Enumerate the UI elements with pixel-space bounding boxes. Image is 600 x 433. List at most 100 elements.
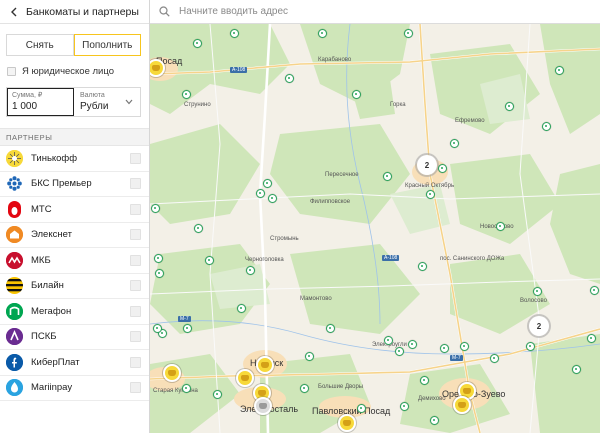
partner-checkbox[interactable]: [130, 280, 141, 292]
legal-entity-row[interactable]: Я юридическое лицо: [7, 65, 149, 77]
address-search-bar: [150, 0, 600, 24]
amount-currency-row: Сумма, ₽ 1 000 Валюта Рубли: [6, 87, 141, 117]
legal-entity-checkbox[interactable]: [7, 66, 16, 76]
partner-item[interactable]: БКС Премьер: [0, 172, 149, 197]
atm-marker[interactable]: [496, 222, 505, 231]
atm-marker[interactable]: [430, 416, 439, 425]
atm-marker[interactable]: [404, 29, 413, 38]
tinkoff-atm-marker[interactable]: [256, 356, 274, 374]
atm-marker[interactable]: [318, 29, 327, 38]
tinkoff-atm-marker[interactable]: [163, 364, 181, 382]
amount-value[interactable]: 1 000: [12, 100, 69, 113]
partner-name: Mariinpay: [31, 382, 73, 394]
amount-field[interactable]: Сумма, ₽ 1 000: [7, 88, 74, 116]
partner-item[interactable]: МТС: [0, 197, 149, 223]
tinkoff-atm-marker[interactable]: [453, 396, 471, 414]
partner-name: Мегафон: [31, 305, 72, 317]
deposit-tab[interactable]: Пополнить: [73, 34, 141, 56]
atm-marker[interactable]: [182, 90, 191, 99]
back-arrow-icon[interactable]: [8, 6, 20, 18]
address-search-input[interactable]: [179, 6, 479, 17]
atm-marker[interactable]: [155, 269, 164, 278]
partner-checkbox[interactable]: [130, 382, 141, 394]
partner-item[interactable]: Mariinpay: [0, 376, 149, 401]
atm-marker[interactable]: [154, 254, 163, 263]
atm-marker[interactable]: [357, 404, 366, 413]
atm-marker[interactable]: [505, 102, 514, 111]
partner-item[interactable]: Тинькофф: [0, 146, 149, 172]
partner-checkbox[interactable]: [130, 254, 141, 266]
partner-name: БКС Премьер: [31, 178, 92, 190]
road-shield: А-108: [382, 255, 400, 261]
partner-item[interactable]: Мегафон: [0, 299, 149, 325]
partner-item[interactable]: Билайн: [0, 274, 149, 299]
partner-checkbox[interactable]: [130, 152, 141, 164]
partner-checkbox[interactable]: [130, 178, 141, 190]
atm-marker[interactable]: [490, 354, 499, 363]
atm-marker[interactable]: [587, 334, 596, 343]
atm-marker[interactable]: [526, 342, 535, 351]
atm-cluster-marker[interactable]: 2: [529, 316, 549, 336]
withdraw-tab[interactable]: Снять: [6, 34, 74, 56]
atm-marker[interactable]: [460, 342, 469, 351]
atm-marker[interactable]: [237, 304, 246, 313]
atm-marker[interactable]: [533, 287, 542, 296]
map-label-demikhovo: Демихово: [418, 396, 446, 402]
currency-select[interactable]: Валюта Рубли: [74, 88, 140, 116]
atm-marker[interactable]: [450, 139, 459, 148]
atm-marker[interactable]: [438, 164, 447, 173]
atm-marker[interactable]: [285, 74, 294, 83]
atm-marker[interactable]: [426, 190, 435, 199]
atm-marker[interactable]: [555, 66, 564, 75]
partner-item[interactable]: Элекснет: [0, 223, 149, 248]
atm-marker[interactable]: [151, 204, 160, 213]
atm-marker[interactable]: [256, 189, 265, 198]
partner-item[interactable]: МКБ: [0, 248, 149, 274]
tinkoff-atm-marker[interactable]: [236, 369, 254, 387]
atm-marker[interactable]: [153, 324, 162, 333]
mariinpay-logo-icon: [6, 379, 23, 397]
atm-marker[interactable]: [352, 90, 361, 99]
partner-checkbox[interactable]: [130, 356, 141, 368]
atm-marker[interactable]: [183, 324, 192, 333]
atm-marker[interactable]: [263, 179, 272, 188]
atm-marker[interactable]: [213, 390, 222, 399]
partner-checkbox[interactable]: [130, 331, 141, 343]
atm-marker[interactable]: [418, 262, 427, 271]
partner-name: МТС: [31, 203, 52, 215]
atm-marker[interactable]: [572, 365, 581, 374]
atm-marker[interactable]: [395, 347, 404, 356]
map-label-filippovskoe: Филипповское: [310, 199, 351, 205]
atm-marker[interactable]: [246, 266, 255, 275]
atm-marker[interactable]: [305, 352, 314, 361]
atm-marker[interactable]: [384, 336, 393, 345]
atm-marker[interactable]: [400, 402, 409, 411]
atm-marker[interactable]: [440, 344, 449, 353]
atm-marker[interactable]: [300, 384, 309, 393]
atm-marker[interactable]: [326, 324, 335, 333]
partner-checkbox[interactable]: [130, 229, 141, 241]
partner-atm-marker[interactable]: [254, 397, 272, 415]
megafon-logo-icon: [6, 302, 23, 320]
atm-marker[interactable]: [194, 224, 203, 233]
atm-marker[interactable]: [420, 376, 429, 385]
atm-marker[interactable]: [193, 39, 202, 48]
atm-marker[interactable]: [230, 29, 239, 38]
tinkoff-atm-marker[interactable]: [338, 414, 356, 432]
search-icon: [159, 5, 171, 18]
partner-item[interactable]: ПСКБ: [0, 325, 149, 350]
atm-marker[interactable]: [590, 286, 599, 295]
atm-marker[interactable]: [182, 384, 191, 393]
partner-checkbox[interactable]: [130, 305, 141, 317]
atm-marker[interactable]: [268, 194, 277, 203]
partner-name: МКБ: [31, 254, 51, 266]
atm-cluster-marker[interactable]: 2: [417, 155, 437, 175]
partner-checkbox[interactable]: [130, 203, 141, 215]
atm-marker[interactable]: [205, 256, 214, 265]
atm-marker[interactable]: [542, 122, 551, 131]
amount-label: Сумма, ₽: [12, 92, 43, 99]
partner-item[interactable]: КиберПлат: [0, 350, 149, 376]
atm-marker[interactable]: [408, 340, 417, 349]
atm-marker[interactable]: [383, 172, 392, 181]
map-canvas[interactable]: Посад Карабаново Струнино Горка Ефремово…: [150, 24, 600, 433]
